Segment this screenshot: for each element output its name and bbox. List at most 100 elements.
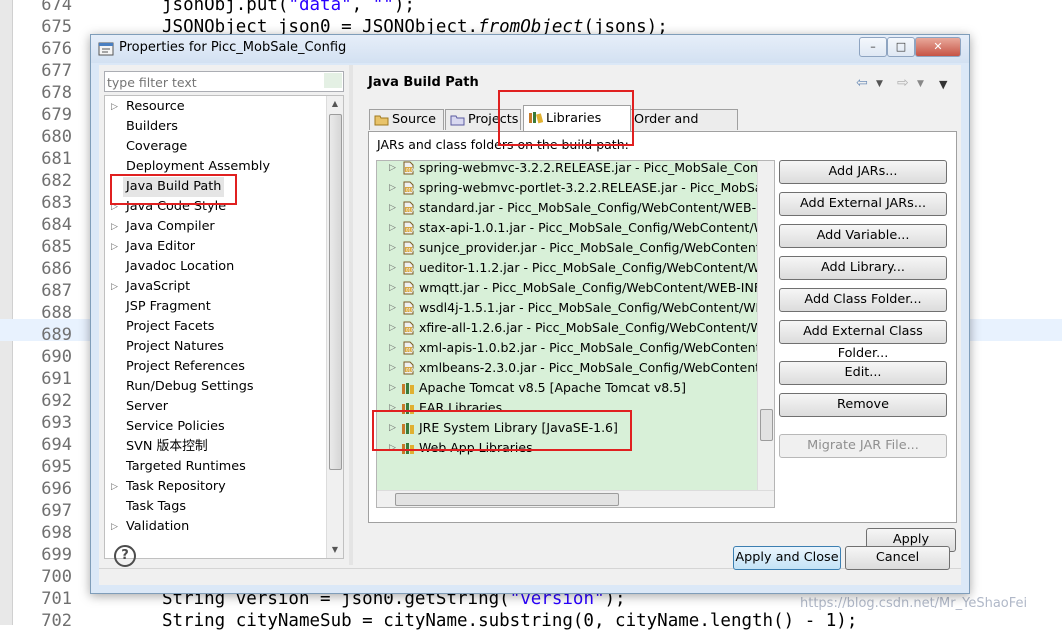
forward-arrow-icon[interactable]: ⇨ — [897, 75, 909, 91]
title-bar[interactable]: Properties for Picc_MobSale_Config – □ ✕ — [91, 35, 969, 63]
line-number: 682 — [41, 171, 72, 191]
filter-input[interactable] — [105, 74, 319, 91]
line-number: 678 — [41, 83, 72, 103]
back-dropdown-icon[interactable]: ▼ — [876, 79, 883, 89]
jar-icon: 010 — [401, 261, 415, 275]
add-library-button[interactable]: Add Library... — [779, 256, 947, 280]
library-icon — [401, 381, 415, 395]
svg-text:010: 010 — [406, 328, 414, 333]
expand-arrow-icon[interactable]: ▷ — [111, 97, 118, 117]
tree-scroll-thumb[interactable] — [329, 114, 342, 470]
tree-item-label: Server — [126, 399, 168, 414]
library-list-hscroll[interactable] — [377, 490, 774, 507]
help-icon[interactable]: ? — [114, 545, 136, 567]
close-button[interactable]: ✕ — [915, 37, 961, 57]
expand-arrow-icon[interactable]: ▷ — [389, 338, 396, 358]
line-number: 698 — [41, 523, 72, 543]
line-number: 688 — [41, 303, 72, 323]
jar-icon: 010 — [401, 281, 415, 295]
tree-item-label: Project Facets — [126, 319, 215, 334]
expand-arrow-icon[interactable]: ▷ — [389, 198, 396, 218]
line-number: 687 — [41, 281, 72, 301]
source-folder-icon — [374, 115, 389, 126]
jar-icon: 010 — [401, 301, 415, 315]
add-jars-button[interactable]: Add JARs... — [779, 160, 947, 184]
expand-arrow-icon[interactable]: ▷ — [389, 298, 396, 318]
libraries-panel: JARs and class folders on the build path… — [368, 131, 957, 523]
library-list[interactable]: ▷ 010 spring-webmvc-3.2.2.RELEASE.jar - Pi… — [376, 160, 775, 508]
watermark: https://blog.csdn.net/Mr_YeShaoFei — [800, 596, 1028, 611]
tab-source[interactable]: Source — [369, 109, 444, 130]
remove-button[interactable]: Remove — [779, 393, 947, 417]
library-entry-label: stax-api-1.0.1.jar - Picc_MobSale_Config… — [419, 220, 775, 235]
expand-arrow-icon[interactable]: ▷ — [111, 477, 118, 497]
tree-item-label: Project Natures — [126, 339, 224, 354]
line-number: 689 — [41, 325, 72, 345]
library-hscroll-thumb[interactable] — [395, 493, 619, 506]
library-vscroll-thumb[interactable] — [760, 409, 773, 441]
svg-text:010: 010 — [406, 168, 414, 173]
tab-libraries[interactable]: Libraries — [523, 105, 631, 131]
tree-item-label: JSP Fragment — [126, 299, 211, 314]
line-number: 690 — [41, 347, 72, 367]
line-number: 696 — [41, 479, 72, 499]
expand-arrow-icon[interactable]: ▷ — [389, 238, 396, 258]
tree-scrollbar[interactable]: ▲ ▼ — [326, 96, 343, 558]
add-external-jars-button[interactable]: Add External JARs... — [779, 192, 947, 216]
apply-and-close-button[interactable]: Apply and Close — [733, 546, 841, 570]
tree-item-label: Java Editor — [126, 239, 195, 254]
svg-text:010: 010 — [406, 368, 414, 373]
cancel-button[interactable]: Cancel — [845, 546, 950, 570]
expand-arrow-icon[interactable]: ▷ — [389, 278, 396, 298]
line-number: 702 — [41, 611, 72, 631]
maximize-button[interactable]: □ — [887, 37, 915, 57]
jar-icon: 010 — [401, 201, 415, 215]
back-arrow-icon[interactable]: ⇦ — [856, 75, 868, 91]
line-number: 674 — [41, 0, 72, 15]
expand-arrow-icon[interactable]: ▷ — [389, 161, 396, 178]
library-entry-label: sunjce_provider.jar - Picc_MobSale_Confi… — [419, 240, 775, 255]
tree-item-label: Run/Debug Settings — [126, 379, 254, 394]
tree-item-label: Builders — [126, 119, 178, 134]
pane-sash[interactable] — [349, 65, 353, 565]
library-entry-label: spring-webmvc-portlet-3.2.2.RELEASE.jar … — [419, 180, 775, 195]
forward-dropdown-icon[interactable]: ▼ — [917, 79, 924, 89]
expand-arrow-icon[interactable]: ▷ — [111, 277, 118, 297]
add-external-class-folder-button[interactable]: Add External Class Folder... — [779, 320, 947, 361]
expand-arrow-icon[interactable]: ▷ — [389, 358, 396, 378]
library-entry-label: xfire-all-1.2.6.jar - Picc_MobSale_Confi… — [419, 320, 775, 335]
properties-icon — [98, 42, 114, 56]
expand-arrow-icon[interactable]: ▷ — [389, 178, 396, 198]
tree-item-label: SVN 版本控制 — [126, 439, 208, 454]
add-class-folder-button[interactable]: Add Class Folder... — [779, 288, 947, 312]
expand-arrow-icon[interactable]: ▷ — [389, 378, 396, 398]
line-number: 691 — [41, 369, 72, 389]
line-number: 685 — [41, 237, 72, 257]
svg-text:010: 010 — [406, 188, 414, 193]
scroll-down-arrow-icon[interactable]: ▼ — [327, 542, 343, 558]
library-list-vscroll[interactable] — [757, 161, 774, 491]
jar-icon: 010 — [401, 221, 415, 235]
code-line[interactable]: String cityNameSub = cityName.substring(… — [162, 610, 857, 632]
library-entry-label: wsdl4j-1.5.1.jar - Picc_MobSale_Config/W… — [419, 300, 775, 315]
expand-arrow-icon[interactable]: ▷ — [389, 218, 396, 238]
expand-arrow-icon[interactable]: ▷ — [111, 237, 118, 257]
property-page-tree[interactable]: ▷ Resource Builders Coverage Deployment Asse… — [104, 95, 344, 559]
tree-item-label: Service Policies — [126, 419, 225, 434]
library-entry-label: wmqtt.jar - Picc_MobSale_Config/WebConte… — [419, 280, 773, 295]
expand-arrow-icon[interactable]: ▷ — [389, 258, 396, 278]
libraries-icon — [529, 112, 543, 124]
project-icon — [450, 115, 465, 126]
add-variable-button[interactable]: Add Variable... — [779, 224, 947, 248]
expand-arrow-icon[interactable]: ▷ — [111, 217, 118, 237]
expand-arrow-icon[interactable]: ▷ — [111, 517, 118, 537]
jar-icon: 010 — [401, 181, 415, 195]
scroll-up-arrow-icon[interactable]: ▲ — [327, 96, 343, 112]
code-line[interactable]: jsonObj.put("data", ""); — [162, 0, 415, 16]
expand-arrow-icon[interactable]: ▷ — [389, 318, 396, 338]
filter-clear-icon[interactable] — [324, 73, 342, 88]
view-menu-icon[interactable]: ▼ — [939, 78, 947, 91]
jar-icon: 010 — [401, 241, 415, 255]
minimize-button[interactable]: – — [859, 37, 887, 57]
edit-button[interactable]: Edit... — [779, 361, 947, 385]
